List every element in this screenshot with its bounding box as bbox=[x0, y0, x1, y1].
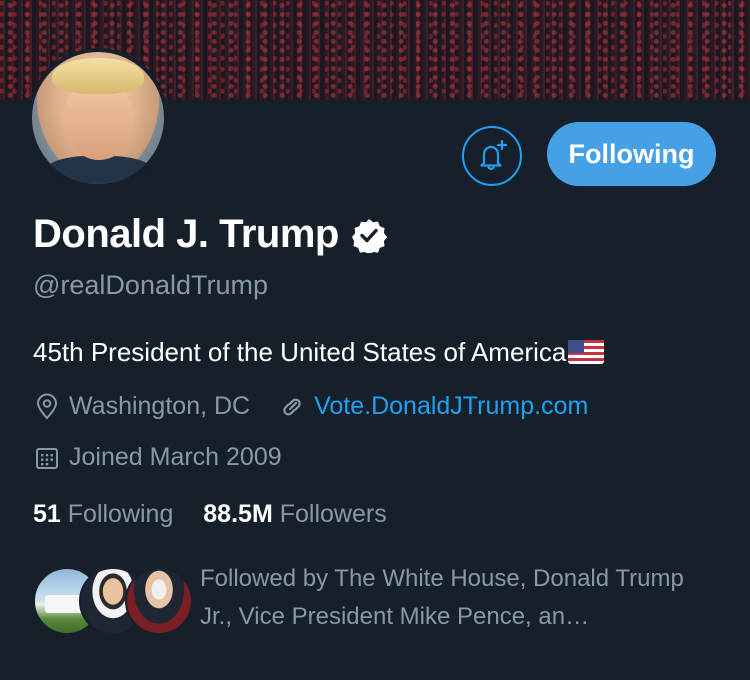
profile-avatar[interactable] bbox=[28, 48, 168, 188]
following-label: Following bbox=[67, 500, 174, 528]
profile-name-row: Donald J. Trump bbox=[33, 212, 387, 257]
profile-name: Donald J. Trump bbox=[33, 212, 339, 256]
notifications-bell-button[interactable] bbox=[462, 126, 522, 186]
location-pin-icon bbox=[36, 393, 58, 419]
following-stat[interactable]: 51 Following bbox=[33, 500, 173, 528]
mutual-followers-avatars[interactable] bbox=[33, 567, 193, 635]
followers-count: 88.5M bbox=[203, 500, 273, 528]
profile-handle: @realDonaldTrump bbox=[33, 270, 268, 300]
following-count: 51 bbox=[33, 500, 61, 528]
followers-label: Followers bbox=[279, 500, 387, 528]
calendar-icon bbox=[36, 447, 58, 469]
avatar-mike-pence bbox=[125, 567, 193, 635]
location-website-row: Washington, DC Vote.DonaldJTrump.com bbox=[33, 392, 588, 421]
profile-bio: 45th President of the United States of A… bbox=[33, 337, 605, 368]
bio-text: 45th President of the United States of A… bbox=[33, 337, 567, 367]
followers-stat[interactable]: 88.5M Followers bbox=[203, 500, 386, 528]
us-flag-emoji bbox=[568, 340, 605, 364]
avatar-photo bbox=[32, 52, 164, 184]
profile-joined-date: Joined March 2009 bbox=[69, 443, 282, 471]
followed-by-text[interactable]: Followed by The White House, Donald Trum… bbox=[200, 560, 720, 636]
following-button[interactable]: Following bbox=[547, 122, 716, 186]
verified-badge-icon bbox=[351, 218, 387, 253]
profile-stats: 51 Following 88.5M Followers bbox=[33, 500, 387, 529]
profile-website-link[interactable]: Vote.DonaldJTrump.com bbox=[314, 392, 588, 421]
profile-location: Washington, DC bbox=[69, 392, 251, 420]
joined-row: Joined March 2009 bbox=[33, 443, 282, 472]
link-icon bbox=[283, 398, 301, 415]
bell-plus-icon bbox=[480, 139, 508, 170]
